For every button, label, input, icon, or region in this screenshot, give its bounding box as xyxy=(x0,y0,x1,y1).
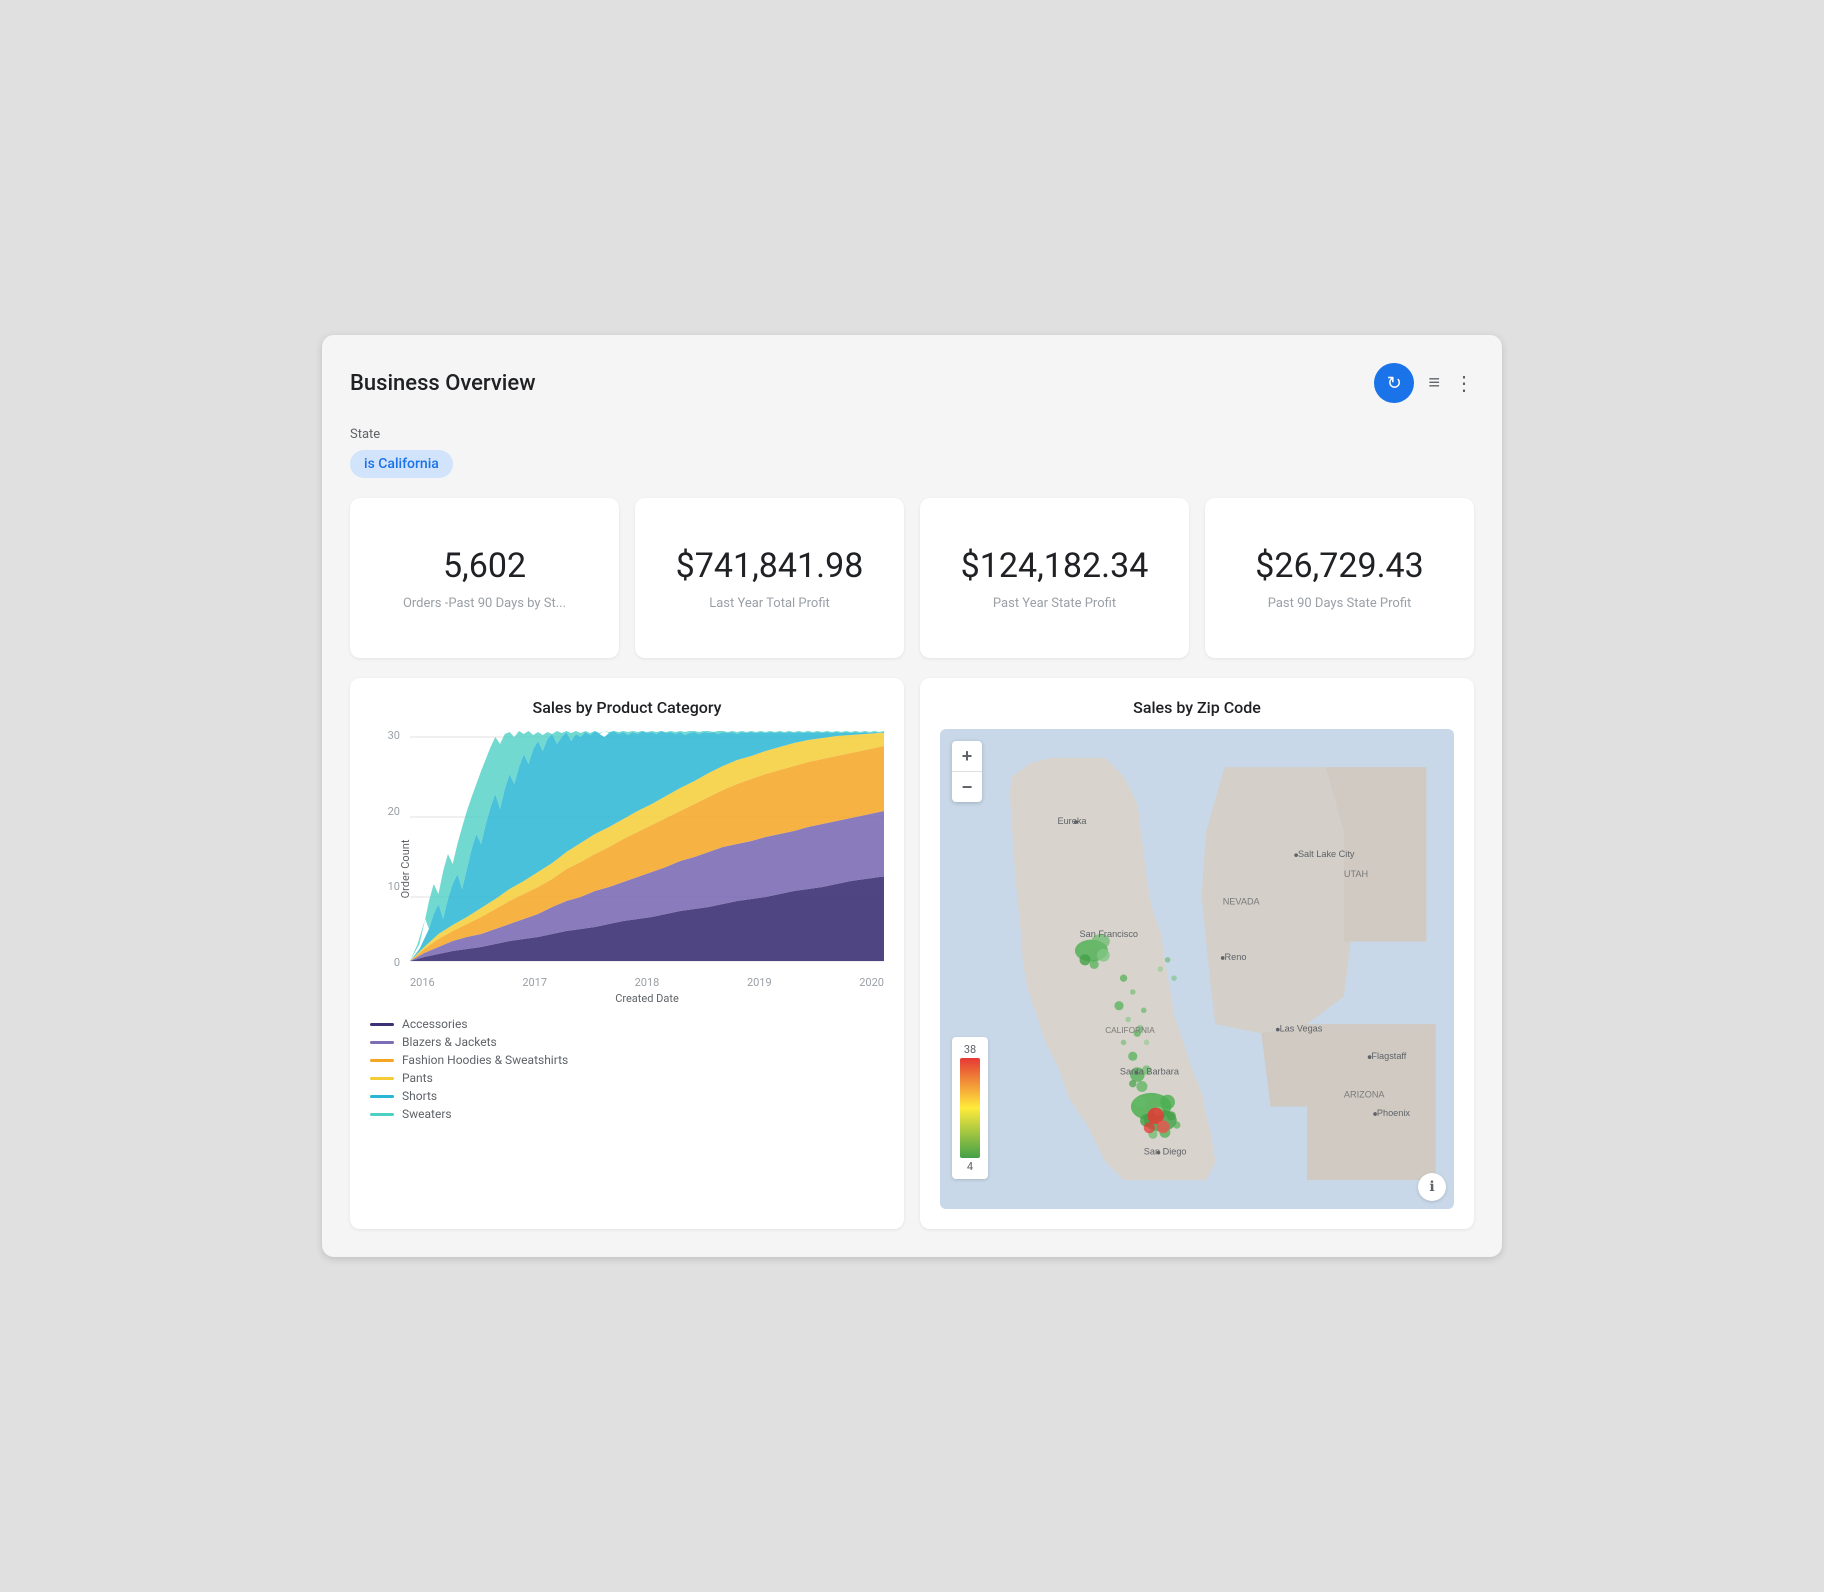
legend-label-accessories: Accessories xyxy=(402,1017,468,1031)
legend-color-sweaters xyxy=(370,1113,394,1116)
sales-by-zip-title: Sales by Zip Code xyxy=(940,698,1454,717)
svg-text:Flagstaff: Flagstaff xyxy=(1371,1051,1406,1061)
info-icon: ℹ xyxy=(1429,1179,1434,1195)
kpi-card-last-year-profit: $741,841.98 Last Year Total Profit xyxy=(635,498,904,658)
header: Business Overview ↻ ≡ ⋮ xyxy=(350,363,1474,403)
svg-text:NEVADA: NEVADA xyxy=(1223,897,1261,907)
svg-text:Eureka: Eureka xyxy=(1057,816,1087,826)
area-chart-svg xyxy=(410,729,884,969)
map-zoom-controls: + − xyxy=(952,741,982,802)
y-label-30: 30 xyxy=(388,729,400,742)
x-label-2017: 2017 xyxy=(522,976,547,989)
kpi-card-orders: 5,602 Orders -Past 90 Days by St... xyxy=(350,498,619,658)
x-label-2019: 2019 xyxy=(747,976,772,989)
map-info-button[interactable]: ℹ xyxy=(1418,1173,1446,1201)
legend-label-sweaters: Sweaters xyxy=(402,1107,452,1121)
svg-text:Las Vegas: Las Vegas xyxy=(1280,1023,1323,1033)
refresh-button[interactable]: ↻ xyxy=(1374,363,1414,403)
kpi-label-past-90-profit: Past 90 Days State Profit xyxy=(1268,596,1412,611)
kpi-value-orders: 5,602 xyxy=(443,546,526,586)
chart-area xyxy=(410,729,884,969)
more-icon: ⋮ xyxy=(1454,371,1474,396)
legend-color-blazers xyxy=(370,1041,394,1044)
filter-icon: ≡ xyxy=(1428,372,1440,395)
page-title: Business Overview xyxy=(350,371,536,396)
x-label-2016: 2016 xyxy=(410,976,435,989)
filter-chip[interactable]: is California xyxy=(350,450,453,478)
map-legend-scale: 38 4 xyxy=(952,1037,988,1179)
legend-color-pants xyxy=(370,1077,394,1080)
legend-item-pants: Pants xyxy=(370,1071,884,1085)
y-label-20: 20 xyxy=(388,805,400,818)
sales-by-category-title: Sales by Product Category xyxy=(370,698,884,717)
dashboard: Business Overview ↻ ≡ ⋮ State is Califor… xyxy=(322,335,1502,1257)
legend-item-accessories: Accessories xyxy=(370,1017,884,1031)
svg-text:Santa Barbara: Santa Barbara xyxy=(1120,1067,1180,1077)
legend-item-hoodies: Fashion Hoodies & Sweatshirts xyxy=(370,1053,884,1067)
svg-text:Reno: Reno xyxy=(1225,952,1247,962)
legend-color-accessories xyxy=(370,1023,394,1026)
charts-row: Sales by Product Category 30 20 10 0 Ord… xyxy=(350,678,1474,1229)
kpi-value-past-year-profit: $124,182.34 xyxy=(961,546,1149,586)
legend-color-hoodies xyxy=(370,1059,394,1062)
refresh-icon: ↻ xyxy=(1387,373,1402,394)
kpi-label-past-year-profit: Past Year State Profit xyxy=(993,596,1116,611)
map-svg: San Francisco Eureka NEVADA CALIFORNIA U… xyxy=(940,729,1454,1209)
sales-by-category-card: Sales by Product Category 30 20 10 0 Ord… xyxy=(350,678,904,1229)
x-label-2020: 2020 xyxy=(859,976,884,989)
legend-label-pants: Pants xyxy=(402,1071,433,1085)
zoom-out-button[interactable]: − xyxy=(952,772,982,802)
filter-chip-text: is California xyxy=(364,456,439,472)
y-label-0: 0 xyxy=(394,956,400,969)
x-label-2018: 2018 xyxy=(635,976,660,989)
svg-text:Salt Lake City: Salt Lake City xyxy=(1298,849,1355,859)
filter-section: State is California xyxy=(350,427,1474,478)
kpi-card-past-90-profit: $26,729.43 Past 90 Days State Profit xyxy=(1205,498,1474,658)
svg-text:Phoenix: Phoenix xyxy=(1377,1108,1411,1118)
kpi-label-orders: Orders -Past 90 Days by St... xyxy=(403,596,566,611)
kpi-row: 5,602 Orders -Past 90 Days by St... $741… xyxy=(350,498,1474,658)
svg-text:San Francisco: San Francisco xyxy=(1080,929,1139,939)
filter-label: State xyxy=(350,427,1474,442)
zoom-in-button[interactable]: + xyxy=(952,741,982,771)
filter-button[interactable]: ≡ xyxy=(1428,372,1440,395)
x-axis-title: Created Date xyxy=(410,992,884,1005)
scale-max: 38 xyxy=(964,1043,976,1056)
kpi-value-last-year-profit: $741,841.98 xyxy=(676,546,864,586)
svg-text:CALIFORNIA: CALIFORNIA xyxy=(1105,1026,1155,1035)
legend-item-shorts: Shorts xyxy=(370,1089,884,1103)
legend-label-blazers: Blazers & Jackets xyxy=(402,1035,497,1049)
svg-text:San Diego: San Diego xyxy=(1144,1146,1187,1156)
chart-legend: Accessories Blazers & Jackets Fashion Ho… xyxy=(370,1017,884,1121)
sales-by-zip-card: Sales by Zip Code xyxy=(920,678,1474,1229)
legend-label-hoodies: Fashion Hoodies & Sweatshirts xyxy=(402,1053,568,1067)
legend-item-blazers: Blazers & Jackets xyxy=(370,1035,884,1049)
legend-color-shorts xyxy=(370,1095,394,1098)
more-button[interactable]: ⋮ xyxy=(1454,371,1474,396)
svg-text:ARIZONA: ARIZONA xyxy=(1344,1090,1386,1100)
kpi-value-past-90-profit: $26,729.43 xyxy=(1255,546,1424,586)
scale-min: 4 xyxy=(967,1160,973,1173)
header-actions: ↻ ≡ ⋮ xyxy=(1374,363,1474,403)
area-chart-container: 30 20 10 0 Order Count xyxy=(370,729,884,1009)
legend-label-shorts: Shorts xyxy=(402,1089,437,1103)
kpi-label-last-year-profit: Last Year Total Profit xyxy=(709,596,830,611)
svg-text:UTAH: UTAH xyxy=(1344,869,1368,879)
map-container[interactable]: San Francisco Eureka NEVADA CALIFORNIA U… xyxy=(940,729,1454,1209)
legend-item-sweaters: Sweaters xyxy=(370,1107,884,1121)
kpi-card-past-year-profit: $124,182.34 Past Year State Profit xyxy=(920,498,1189,658)
x-axis: 2016 2017 2018 2019 2020 xyxy=(410,976,884,989)
scale-bar xyxy=(960,1058,980,1158)
